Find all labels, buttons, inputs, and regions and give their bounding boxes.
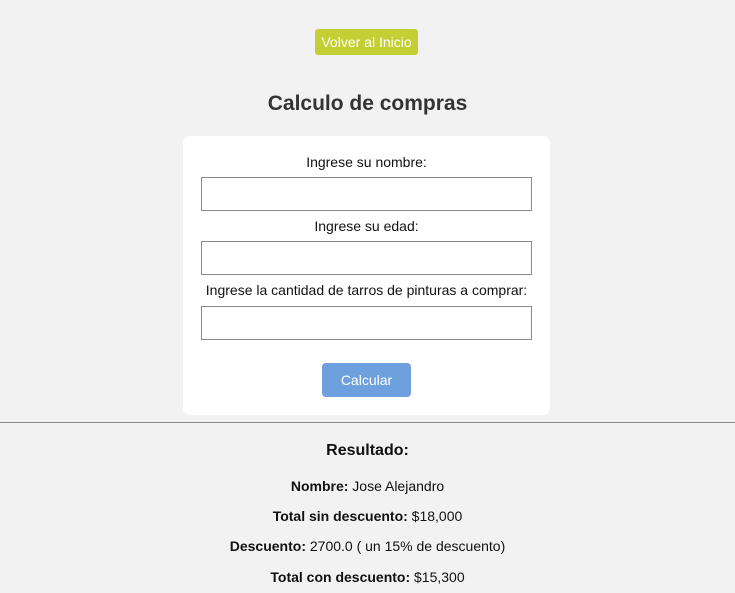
quantity-input[interactable] [201, 306, 532, 340]
result-subtotal-value: $18,000 [407, 508, 463, 524]
divider [0, 422, 735, 423]
result-discount-label: Descuento: [229, 538, 306, 554]
name-input[interactable] [201, 177, 532, 211]
result-total-label: Total con descuento: [270, 569, 411, 585]
result-subtotal: Total sin descuento: $18,000 [0, 507, 735, 525]
result-name-label: Nombre: [290, 478, 349, 494]
result-discount: Descuento: 2700.0 ( un 15% de descuento) [0, 537, 735, 555]
name-label: Ingrese su nombre: [306, 154, 427, 170]
age-input[interactable] [201, 241, 532, 275]
result-total: Total con descuento: $15,300 [0, 568, 735, 586]
result-name-value: Jose Alejandro [348, 478, 445, 494]
result-title: Resultado: [326, 442, 409, 459]
result-total-value: $15,300 [410, 569, 465, 585]
age-label: Ingrese su edad: [314, 218, 419, 234]
calculate-button[interactable]: Calcular [322, 363, 411, 397]
quantity-label: Ingrese la cantidad de tarros de pintura… [205, 282, 528, 298]
result-name: Nombre: Jose Alejandro [0, 477, 735, 495]
page-title: Calculo de compras [267, 92, 468, 115]
result-discount-value: 2700.0 ( un 15% de descuento) [305, 538, 506, 554]
purchase-form: Ingrese su nombre: Ingrese su edad: Ingr… [183, 136, 550, 415]
back-to-home-button[interactable]: Volver al Inicio [315, 29, 418, 55]
result-subtotal-label: Total sin descuento: [272, 508, 408, 524]
